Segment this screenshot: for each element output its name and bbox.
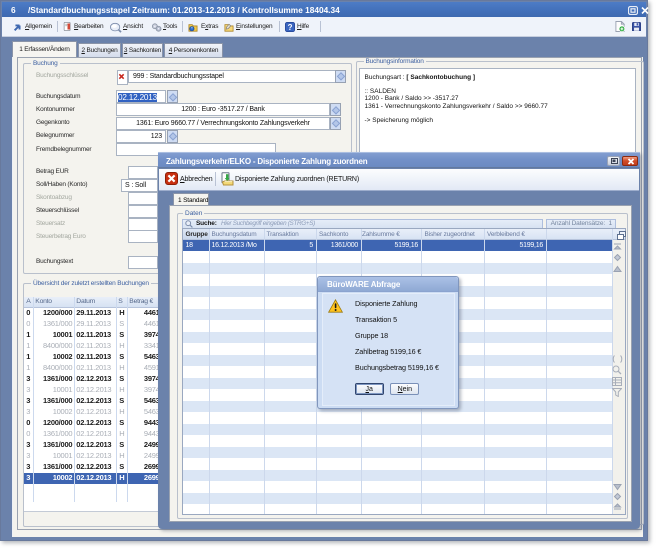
svg-text:?: ?: [288, 23, 293, 32]
